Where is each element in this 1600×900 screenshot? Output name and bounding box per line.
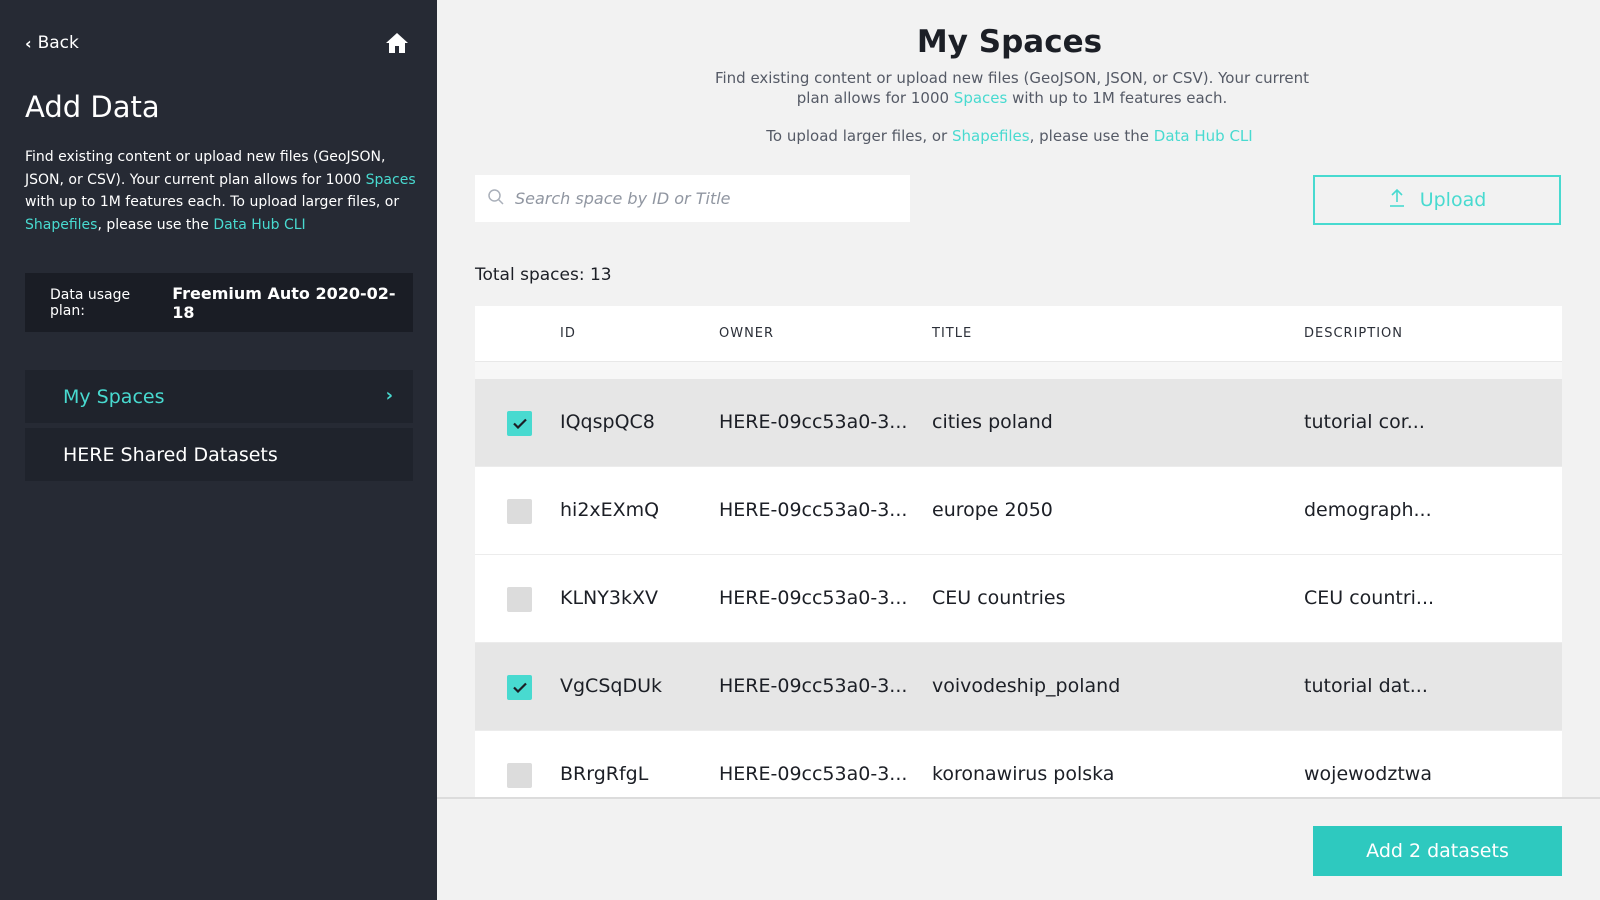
row-checkbox[interactable] (507, 675, 532, 700)
sidebar-desc-text: with up to 1M features each. To upload l… (25, 194, 400, 210)
column-header-description[interactable]: DESCRIPTION (1304, 326, 1403, 341)
spaces-table: ID OWNER TITLE DESCRIPTION IQqspQC8 HERE… (475, 306, 1562, 798)
check-icon (512, 418, 527, 429)
nav-item-label: HERE Shared Datasets (63, 443, 278, 466)
check-icon (512, 682, 527, 693)
home-icon[interactable] (385, 31, 409, 55)
table-header: ID OWNER TITLE DESCRIPTION (475, 306, 1562, 362)
footer-bar: Add 2 datasets (437, 797, 1600, 900)
cell-description: wojewodztwa (1304, 763, 1432, 785)
column-header-id[interactable]: ID (560, 326, 576, 341)
add-datasets-button[interactable]: Add 2 datasets (1313, 826, 1562, 876)
page-description-upload: To upload larger files, or Shapefiles, p… (437, 127, 1582, 145)
shapefiles-link[interactable]: Shapefiles (952, 127, 1030, 145)
table-row[interactable]: VgCSqDUk HERE-09cc53a0-3... voivodeship_… (475, 643, 1562, 731)
cell-description: CEU countri... (1304, 587, 1435, 609)
sidebar-title: Add Data (25, 90, 160, 124)
table-row[interactable]: hi2xEXmQ HERE-09cc53a0-3... europe 2050 … (475, 467, 1562, 555)
page-title: My Spaces (916, 24, 1103, 60)
cell-id: hi2xEXmQ (560, 499, 660, 521)
row-checkbox[interactable] (507, 763, 532, 788)
upload-label: Upload (1419, 189, 1487, 211)
search-box[interactable] (475, 175, 910, 222)
cell-owner: HERE-09cc53a0-3... (719, 587, 908, 609)
plan-label: Data usage plan: (50, 286, 131, 319)
plan-value: Freemium Auto 2020-02-18 (172, 283, 396, 322)
sidebar: ‹ Back Add Data Find existing content or… (0, 0, 437, 900)
chevron-left-icon: ‹ (25, 33, 32, 53)
table-row[interactable]: BRrgRfgL HERE-09cc53a0-3... koronawirus … (475, 731, 1562, 798)
cell-owner: HERE-09cc53a0-3... (719, 675, 908, 697)
cell-title: voivodeship_poland (932, 675, 1121, 697)
cell-description: demograph... (1304, 499, 1432, 521)
column-header-title[interactable]: TITLE (932, 326, 972, 341)
cell-description: tutorial cor... (1304, 411, 1425, 433)
shapefiles-link[interactable]: Shapefiles (25, 217, 97, 233)
cell-title: CEU countries (932, 587, 1066, 609)
upload-button[interactable]: Upload (1313, 175, 1561, 225)
search-icon (487, 188, 505, 210)
sidebar-description: Find existing content or upload new file… (25, 146, 417, 236)
cell-owner: HERE-09cc53a0-3... (719, 499, 908, 521)
row-checkbox[interactable] (507, 499, 532, 524)
upload-icon (1388, 188, 1420, 213)
cell-id: BRrgRfgL (560, 763, 649, 785)
sidebar-desc-text: , please use the (97, 216, 214, 233)
table-row[interactable]: IQqspQC8 HERE-09cc53a0-3... cities polan… (475, 379, 1562, 467)
page-description: Find existing content or upload new file… (707, 69, 1317, 108)
cell-id: VgCSqDUk (560, 675, 662, 697)
cell-description: tutorial dat... (1304, 675, 1428, 697)
nav-item-here-shared-datasets[interactable]: HERE Shared Datasets (25, 428, 413, 481)
back-link[interactable]: ‹ Back (25, 33, 79, 53)
chevron-right-icon: › (385, 385, 393, 406)
desc-text: , please use the (1029, 127, 1154, 145)
sidebar-desc-text: Find existing content or upload new file… (25, 149, 386, 188)
data-hub-cli-link[interactable]: Data Hub CLI (1154, 127, 1253, 145)
table-spacer (475, 362, 1562, 379)
spaces-link[interactable]: Spaces (366, 172, 416, 188)
cell-title: cities poland (932, 411, 1053, 433)
total-spaces: Total spaces: 13 (475, 265, 612, 285)
spaces-link[interactable]: Spaces (954, 89, 1008, 107)
cell-title: koronawirus polska (932, 763, 1115, 785)
table-row[interactable]: KLNY3kXV HERE-09cc53a0-3... CEU countrie… (475, 555, 1562, 643)
nav-item-my-spaces[interactable]: My Spaces › (25, 370, 413, 423)
desc-text: with up to 1M features each. (1007, 88, 1228, 107)
cell-owner: HERE-09cc53a0-3... (719, 763, 908, 785)
search-input[interactable] (515, 189, 895, 208)
data-usage-plan: Data usage plan: Freemium Auto 2020-02-1… (25, 273, 413, 332)
cell-title: europe 2050 (932, 499, 1053, 521)
main-panel: My Spaces Find existing content or uploa… (437, 0, 1600, 900)
nav-item-label: My Spaces (63, 385, 165, 408)
row-checkbox[interactable] (507, 411, 532, 436)
row-checkbox[interactable] (507, 587, 532, 612)
desc-text: To upload larger files, or (766, 127, 952, 145)
cell-owner: HERE-09cc53a0-3... (719, 411, 908, 433)
back-label: Back (37, 33, 79, 53)
cell-id: IQqspQC8 (560, 411, 655, 433)
column-header-owner[interactable]: OWNER (719, 326, 774, 341)
cell-id: KLNY3kXV (560, 587, 658, 609)
data-hub-cli-link[interactable]: Data Hub CLI (213, 217, 305, 233)
